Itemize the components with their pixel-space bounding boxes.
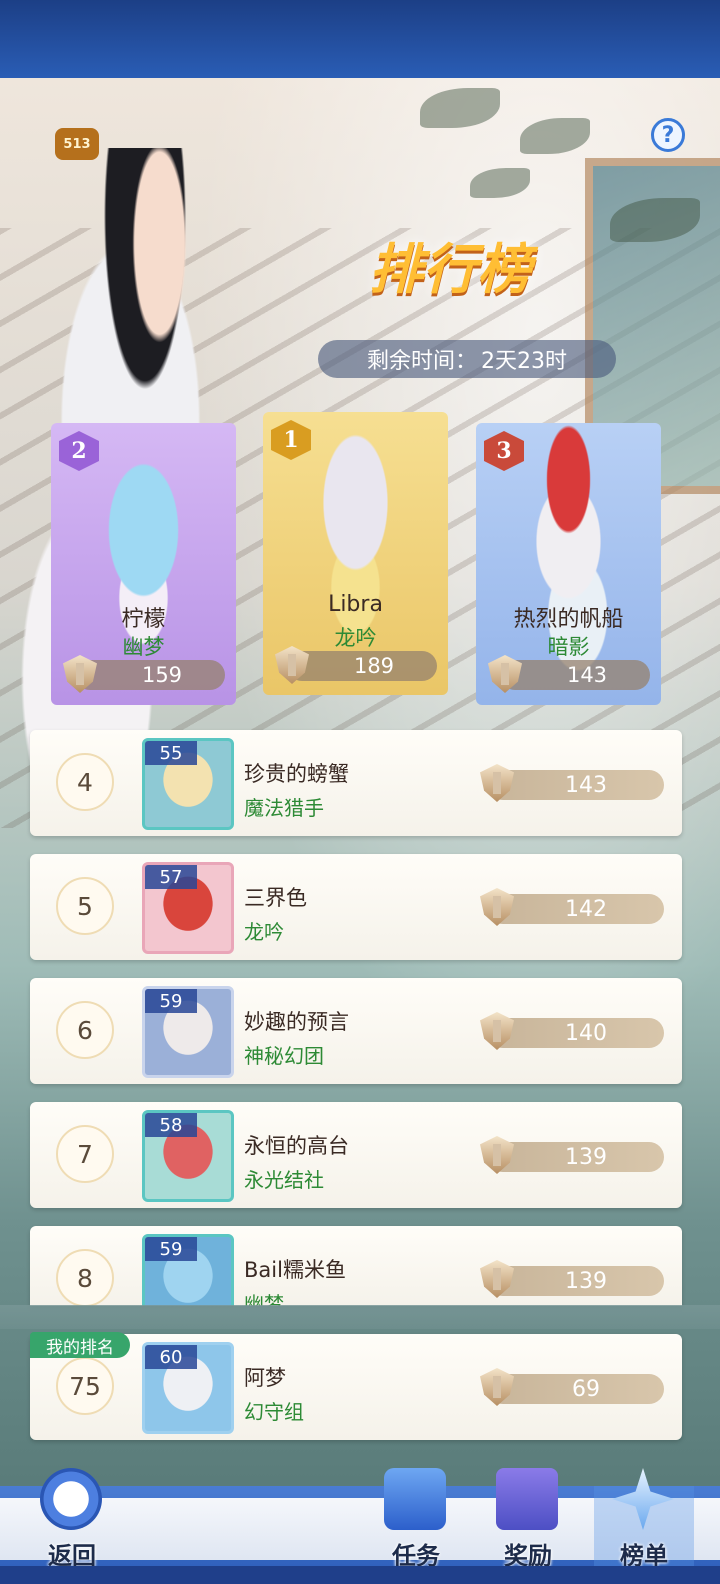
- score-bar: 139: [480, 1136, 664, 1174]
- crest-icon: [480, 1136, 514, 1174]
- page-title: 排行榜: [369, 237, 531, 301]
- list-scroll-edge: [0, 1305, 720, 1329]
- player-avatar: 55: [142, 738, 234, 830]
- score-bar: 69: [480, 1368, 664, 1406]
- rank-number: 6: [56, 1001, 114, 1059]
- score-value: 139: [565, 1144, 607, 1170]
- score-value: 142: [565, 896, 607, 922]
- player-level: 59: [145, 989, 197, 1013]
- crest-icon: [480, 1368, 514, 1406]
- player-avatar: 58: [142, 1110, 234, 1202]
- player-avatar: 59: [142, 1234, 234, 1306]
- gift-box-icon: [496, 1468, 558, 1530]
- background-leaf: [470, 168, 530, 198]
- remaining-time: 剩余时间： 2天23时: [318, 340, 616, 378]
- podium-rank-2[interactable]: 2 柠檬 幽梦 159: [51, 423, 236, 705]
- rank-number: 75: [56, 1357, 114, 1415]
- scroll-icon: [384, 1468, 446, 1530]
- score-value: 159: [141, 663, 183, 687]
- question-icon: ?: [661, 122, 675, 148]
- player-level: 59: [145, 1237, 197, 1261]
- crest-icon: [480, 1012, 514, 1050]
- crest-icon: [480, 888, 514, 926]
- background-leaf: [420, 88, 500, 128]
- player-name: 三界色: [244, 886, 307, 910]
- level-badge: 513: [55, 128, 99, 160]
- podium-rank-1[interactable]: 1 Libra 龙吟 189: [263, 412, 448, 695]
- player-avatar: 60: [142, 1342, 234, 1434]
- ranking-row[interactable]: 8 59 Bail糯米鱼 幽梦 139: [30, 1226, 682, 1306]
- player-name: Libra: [328, 592, 383, 617]
- player-level: 55: [145, 741, 197, 765]
- score-bar: 189: [275, 646, 437, 684]
- score-bar: 139: [480, 1260, 664, 1298]
- player-name: 柠檬: [121, 607, 166, 632]
- player-avatar: 57: [142, 862, 234, 954]
- guild-name: 神秘幻团: [244, 1044, 324, 1068]
- score-bar: 142: [480, 888, 664, 926]
- crest-icon: [480, 764, 514, 802]
- crest-icon: [480, 1260, 514, 1298]
- remaining-time-value: 2天23时: [481, 349, 567, 374]
- player-name: 珍贵的螃蟹: [244, 762, 349, 786]
- player-name: 妙趣的预言: [244, 1010, 349, 1034]
- guild-name: 幻守组: [244, 1400, 304, 1424]
- remaining-time-label: 剩余时间：: [366, 349, 477, 374]
- guild-name: 魔法猎手: [244, 796, 324, 820]
- ranking-row[interactable]: 4 55 珍贵的螃蟹 魔法猎手 143: [30, 730, 682, 836]
- score-value: 69: [572, 1376, 600, 1402]
- rank-number: 7: [56, 1125, 114, 1183]
- back-arrow-icon: [40, 1468, 102, 1530]
- score-value: 143: [565, 772, 607, 798]
- bottom-edge: [0, 1566, 720, 1584]
- help-button[interactable]: ?: [651, 118, 685, 152]
- guild-name: 幽梦: [244, 1292, 284, 1306]
- player-name: 永恒的高台: [244, 1134, 349, 1158]
- rank-number: 4: [56, 753, 114, 811]
- player-name: 热烈的帆船: [513, 607, 624, 632]
- ranking-row[interactable]: 5 57 三界色 龙吟 142: [30, 854, 682, 960]
- score-bar: 159: [63, 655, 225, 693]
- player-level: 58: [145, 1113, 197, 1137]
- player-name: 阿梦: [244, 1366, 286, 1390]
- player-level: 60: [145, 1345, 197, 1369]
- score-bar: 143: [480, 764, 664, 802]
- guild-name: 永光结社: [244, 1168, 324, 1192]
- rank-number: 8: [56, 1249, 114, 1306]
- ranking-row[interactable]: 6 59 妙趣的预言 神秘幻团 140: [30, 978, 682, 1084]
- score-value: 143: [566, 663, 608, 687]
- guild-name: 龙吟: [244, 920, 284, 944]
- background-leaf: [520, 118, 590, 154]
- player-avatar: 59: [142, 986, 234, 1078]
- score-bar: 140: [480, 1012, 664, 1050]
- score-value: 139: [565, 1268, 607, 1294]
- player-level: 57: [145, 865, 197, 889]
- score-value: 140: [565, 1020, 607, 1046]
- ranking-row[interactable]: 7 58 永恒的高台 永光结社 139: [30, 1102, 682, 1208]
- player-name: Bail糯米鱼: [244, 1258, 346, 1282]
- score-value: 189: [353, 654, 395, 678]
- podium-rank-3[interactable]: 3 热烈的帆船 暗影 143: [476, 423, 661, 705]
- rank-number: 5: [56, 877, 114, 935]
- score-bar: 143: [488, 655, 650, 693]
- top-banner: [0, 0, 720, 78]
- my-rank-tag: 我的排名: [30, 1332, 130, 1358]
